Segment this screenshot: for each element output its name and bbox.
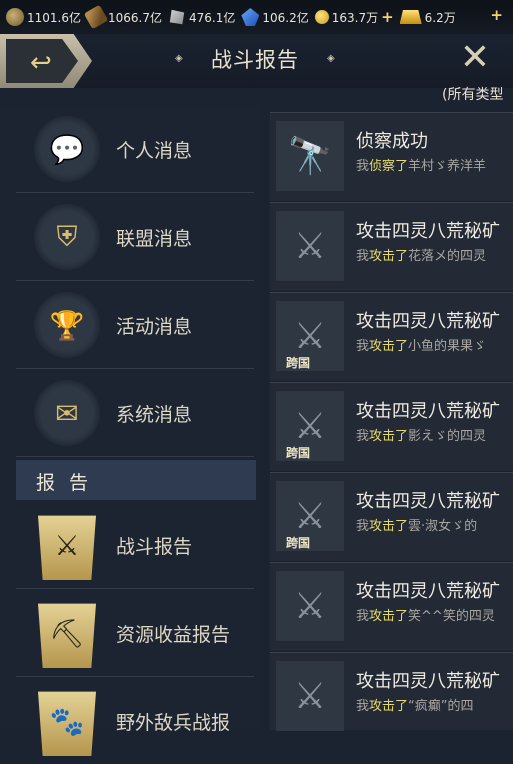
reports-section-header: 报告 (16, 460, 256, 500)
trophy-icon: 🏆 (34, 292, 100, 358)
paw-icon: 🐾 (38, 691, 96, 756)
menu-alliance-messages[interactable]: ⛨ 联盟消息 (16, 194, 254, 281)
section-label: 报告 (36, 472, 103, 494)
crossed-swords-icon: ⚔ (276, 211, 344, 281)
stone-resource: 476.1亿 (168, 8, 235, 26)
report-title: 攻击四灵八荒秘矿 (356, 491, 500, 512)
report-row[interactable]: ⚔ 攻击四灵八荒秘矿 我攻击了笑^^笑的四灵 (270, 562, 513, 651)
coin-resource: 163.7万 + (314, 8, 394, 26)
report-row[interactable]: ⚔ 跨国 攻击四灵八荒秘矿 我攻击了雲·淑女ゞ的 (270, 472, 513, 561)
food-icon (6, 8, 24, 26)
menu-label: 系统消息 (116, 404, 193, 426)
coin-icon (314, 10, 329, 24)
report-desc: 我攻击了笑^^笑的四灵 (356, 609, 495, 624)
food-resource: 1101.6亿 (6, 8, 81, 26)
stone-amount: 476.1亿 (189, 10, 236, 25)
close-button[interactable]: ✕ (455, 38, 495, 78)
report-title: 攻击四灵八荒秘矿 (356, 671, 500, 692)
menu-label: 战斗报告 (116, 536, 193, 558)
crossed-swords-icon: ⚔ (276, 661, 344, 731)
page-title: 战斗报告 (211, 48, 299, 72)
alliance-shield-icon: ⛨ (34, 204, 100, 270)
wood-icon (83, 4, 109, 30)
report-desc: 我攻击了雲·淑女ゞ的 (356, 519, 478, 534)
report-row[interactable]: ⚔ 攻击四灵八荒秘矿 我攻击了花落メ的四灵 (270, 202, 513, 291)
report-desc: 我攻击了影えゞ的四灵 (356, 429, 487, 444)
report-title: 攻击四灵八荒秘矿 (356, 401, 500, 422)
menu-label: 野外敌兵战报 (116, 712, 231, 734)
iron-resource: 106.2亿 (241, 8, 309, 26)
report-desc: 我攻击了小鱼的果果ゞ (356, 339, 487, 354)
menu-wild-enemy-reports[interactable]: 🐾 野外敌兵战报 (16, 678, 254, 764)
add-gold-button[interactable]: + (490, 6, 503, 24)
title-ornament-right-icon: ◈ (327, 53, 335, 64)
cross-server-tag: 跨国 (286, 536, 311, 550)
report-title: 攻击四灵八荒秘矿 (356, 581, 500, 602)
back-button[interactable]: ↩ (0, 34, 92, 88)
report-desc: 我攻击了“疯癫”的四 (356, 699, 474, 714)
crossed-swords-icon: ⚔ 跨国 (276, 481, 344, 551)
cross-server-tag: 跨国 (286, 356, 311, 370)
menu-label: 个人消息 (116, 140, 193, 162)
gold-icon (399, 10, 422, 24)
crossed-swords-icon: ⚔ 跨国 (276, 391, 344, 461)
food-amount: 1101.6亿 (27, 10, 81, 25)
type-filter[interactable]: (所有类型 (442, 84, 503, 104)
menu-event-messages[interactable]: 🏆 活动消息 (16, 282, 254, 369)
report-row[interactable]: ⚔ 攻击四灵八荒秘矿 我攻击了“疯癫”的四 (270, 652, 513, 731)
report-row[interactable]: ⚔ 跨国 攻击四灵八荒秘矿 我攻击了小鱼的果果ゞ (270, 292, 513, 381)
resource-bar: 1101.6亿 1066.7亿 476.1亿 106.2亿 163.7万 + 6.… (0, 0, 513, 35)
menu-label: 活动消息 (116, 316, 193, 338)
menu-label: 资源收益报告 (116, 624, 231, 646)
back-arrow-icon: ↩ (30, 48, 52, 78)
envelope-gear-icon: ✉ (34, 380, 100, 446)
crossed-swords-icon: ⚔ 跨国 (276, 301, 344, 371)
gold-amount: 6.2万 (424, 10, 456, 25)
report-row[interactable]: 🔭 侦察成功 我侦察了羊村ゞ养洋羊 (270, 112, 513, 201)
report-desc: 我攻击了花落メ的四灵 (356, 249, 487, 264)
spyglass-icon: 🔭 (276, 121, 344, 191)
report-desc: 我侦察了羊村ゞ养洋羊 (356, 159, 487, 174)
report-title: 攻击四灵八荒秘矿 (356, 221, 500, 242)
report-title: 攻击四灵八荒秘矿 (356, 311, 500, 332)
menu-battle-reports[interactable]: ⚔ 战斗报告 (16, 502, 254, 589)
wood-resource: 1066.7亿 (83, 4, 162, 30)
close-icon: ✕ (459, 37, 491, 78)
iron-icon (241, 8, 260, 26)
gold-resource: 6.2万 (399, 9, 456, 26)
crossed-swords-icon: ⚔ (38, 515, 96, 580)
iron-amount: 106.2亿 (262, 10, 309, 25)
pickaxe-icon: ⛏ (38, 603, 96, 668)
menu-system-messages[interactable]: ✉ 系统消息 (16, 370, 254, 457)
menu-resource-reports[interactable]: ⛏ 资源收益报告 (16, 590, 254, 677)
crossed-swords-icon: ⚔ (276, 571, 344, 641)
coin-amount: 163.7万 (331, 10, 379, 25)
chat-bubbles-icon: 💬 (34, 116, 100, 182)
report-title: 侦察成功 (356, 131, 428, 152)
add-coin-button[interactable]: + (381, 8, 394, 26)
stone-icon (169, 9, 185, 25)
menu-label: 联盟消息 (116, 228, 193, 250)
menu-personal-messages[interactable]: 💬 个人消息 (16, 106, 254, 193)
report-row[interactable]: ⚔ 跨国 攻击四灵八荒秘矿 我攻击了影えゞ的四灵 (270, 382, 513, 471)
cross-server-tag: 跨国 (286, 446, 311, 460)
wood-amount: 1066.7亿 (108, 10, 162, 25)
